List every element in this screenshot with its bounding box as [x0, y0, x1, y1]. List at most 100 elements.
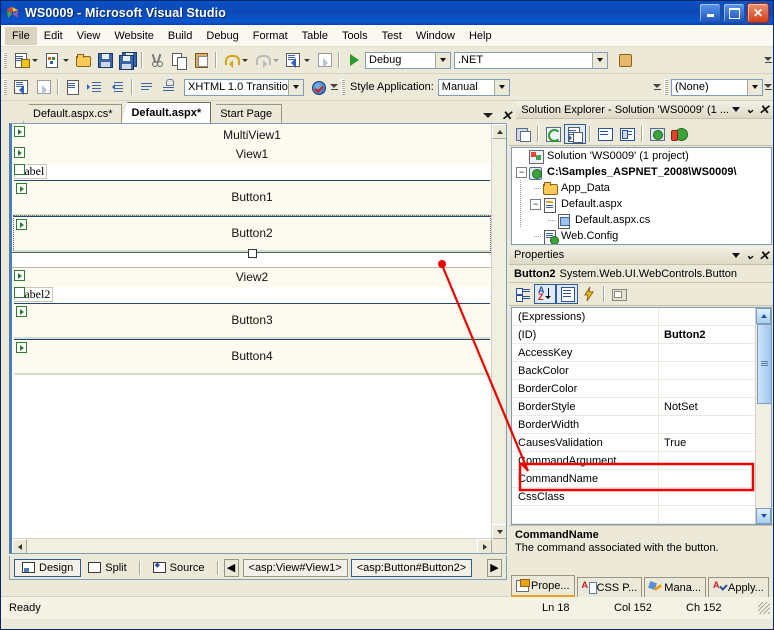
copy-icon[interactable]	[168, 49, 190, 71]
property-row-causesvalidation[interactable]: CausesValidation True	[512, 434, 771, 452]
view-tab-design[interactable]: Design	[14, 558, 82, 577]
property-row-commandargument[interactable]: CommandArgument	[512, 452, 771, 470]
tree-row-solution[interactable]: Solution 'WS0009' (1 project)	[512, 148, 771, 164]
chevron-down-icon[interactable]	[592, 52, 607, 68]
tag-navigator-button2[interactable]: <asp:Button#Button2>	[350, 558, 473, 577]
close-icon[interactable]: ✕	[757, 103, 771, 116]
smart-tag-icon[interactable]	[14, 126, 25, 137]
tree-expander[interactable]: −	[514, 164, 528, 180]
smart-tag-icon[interactable]	[14, 287, 25, 298]
minimize-button[interactable]	[699, 3, 721, 23]
tree-row-default-aspx-cs[interactable]: Default.aspx.cs	[512, 212, 771, 229]
menu-item-table[interactable]: Table	[295, 27, 335, 45]
toolbar-overflow-icon[interactable]	[763, 49, 773, 71]
solution-configuration-combo[interactable]: Debug	[365, 51, 451, 69]
chevron-down-icon[interactable]	[483, 113, 494, 118]
tag-navigator-view1[interactable]: <asp:View#View1>	[242, 558, 348, 577]
navigate-forward-icon[interactable]	[32, 76, 54, 98]
pin-icon[interactable]: ⌄	[743, 249, 757, 261]
view-designer-icon[interactable]	[616, 124, 638, 144]
add-new-item-dropdown-icon[interactable]	[63, 58, 69, 62]
view-tab-split[interactable]: Split	[81, 560, 133, 576]
tag-nav-right-button[interactable]: ▶	[487, 558, 502, 577]
button1-control[interactable]: Button1	[14, 180, 490, 216]
chevron-down-icon[interactable]	[435, 52, 450, 68]
tree-row-project[interactable]: − C:\Samples_ASPNET_2008\WS0009\	[512, 164, 771, 180]
chevron-down-icon[interactable]	[747, 79, 762, 95]
scroll-up-button[interactable]	[492, 124, 506, 139]
document-tab-default-aspx-cs[interactable]: Default.aspx.cs*	[23, 104, 123, 123]
resize-grip[interactable]	[758, 602, 770, 614]
increase-indent-icon[interactable]	[84, 76, 106, 98]
save-icon[interactable]	[94, 49, 116, 71]
smart-tag-icon[interactable]	[16, 342, 27, 353]
scroll-down-button[interactable]	[492, 524, 506, 539]
tab-css-properties[interactable]: A CSS P...	[576, 577, 643, 597]
properties-icon[interactable]	[556, 284, 578, 304]
menu-item-view[interactable]: View	[70, 27, 108, 45]
button2-control[interactable]: Button2	[13, 215, 491, 253]
property-row-commandname[interactable]: CommandName	[512, 470, 771, 488]
cut-icon[interactable]	[146, 49, 168, 71]
menu-item-website[interactable]: Website	[107, 27, 161, 45]
property-pages-icon[interactable]	[608, 284, 630, 304]
scroll-down-button[interactable]	[756, 508, 771, 524]
solution-explorer-tree[interactable]: Solution 'WS0009' (1 project) − C:\Sampl…	[511, 147, 772, 245]
properties-window-icon[interactable]	[512, 124, 534, 144]
property-row-partial[interactable]	[512, 506, 771, 524]
scroll-right-button[interactable]	[477, 539, 492, 553]
alphabetical-icon[interactable]: AZ	[534, 284, 556, 304]
navigate-backward-icon[interactable]	[10, 76, 32, 98]
maximize-button[interactable]	[723, 3, 745, 23]
menu-item-help[interactable]: Help	[462, 27, 499, 45]
start-debugging-icon[interactable]	[343, 49, 365, 71]
chevron-down-icon[interactable]	[493, 79, 509, 95]
menu-item-tools[interactable]: Tools	[335, 27, 375, 45]
new-item-icon[interactable]	[10, 49, 32, 71]
navigate-forward-icon[interactable]	[313, 49, 335, 71]
paste-icon[interactable]	[190, 49, 212, 71]
tab-manage-styles[interactable]: Mana...	[644, 577, 706, 597]
menu-item-file[interactable]: File	[5, 26, 37, 45]
chevron-down-icon[interactable]	[729, 252, 743, 258]
toolbar-overflow-icon[interactable]	[329, 76, 339, 98]
toolbar-grip[interactable]	[664, 79, 668, 95]
open-file-icon[interactable]	[72, 49, 94, 71]
doctype-combo[interactable]: XHTML 1.0 Transitional (	[184, 78, 304, 96]
menu-item-build[interactable]: Build	[161, 27, 199, 45]
view2-control[interactable]: View2	[12, 268, 492, 287]
menu-item-test[interactable]: Test	[375, 27, 409, 45]
designer-horizontal-scrollbar[interactable]	[12, 538, 492, 553]
view-in-browser-icon[interactable]	[646, 124, 668, 144]
menu-item-format[interactable]: Format	[246, 27, 295, 45]
events-icon[interactable]	[578, 284, 600, 304]
view-tab-source[interactable]: ◆ Source	[146, 560, 212, 576]
smart-tag-icon[interactable]	[16, 183, 27, 194]
pin-icon[interactable]: ⌄	[743, 103, 757, 115]
show-all-files-icon[interactable]	[594, 124, 616, 144]
new-item-dropdown-icon[interactable]	[32, 58, 38, 62]
property-row-expressions[interactable]: (Expressions)	[512, 308, 771, 326]
tree-row-web-config[interactable]: Web.Config	[512, 228, 771, 244]
document-tab-start-page[interactable]: Start Page	[210, 104, 283, 123]
chevron-down-icon[interactable]	[288, 79, 303, 95]
tag-nav-left-button[interactable]: ◀	[223, 558, 239, 577]
designer-vertical-scrollbar[interactable]	[491, 124, 506, 539]
menu-item-debug[interactable]: Debug	[199, 27, 245, 45]
design-surface[interactable]: MultiView1 View1 Label Button1 Button2 V…	[12, 124, 492, 539]
property-row-borderwidth[interactable]: BorderWidth	[512, 416, 771, 434]
tree-row-default-aspx[interactable]: − Default.aspx	[512, 196, 771, 213]
toolbar-grip[interactable]	[3, 52, 7, 68]
tree-expander[interactable]: −	[528, 196, 542, 212]
toolbar-overflow-icon[interactable]	[763, 76, 773, 98]
comment-lines-icon[interactable]	[136, 76, 158, 98]
close-button[interactable]: ✕	[747, 3, 769, 23]
validation-icon[interactable]	[307, 76, 329, 98]
property-row-borderstyle[interactable]: BorderStyle NotSet	[512, 398, 771, 416]
document-tab-default-aspx[interactable]: Default.aspx*	[121, 102, 212, 123]
menu-item-window[interactable]: Window	[409, 27, 462, 45]
resize-handle[interactable]	[248, 249, 257, 258]
redo-dropdown-icon[interactable]	[273, 58, 279, 62]
view1-control[interactable]: View1	[12, 145, 492, 164]
smart-tag-icon[interactable]	[14, 147, 25, 158]
